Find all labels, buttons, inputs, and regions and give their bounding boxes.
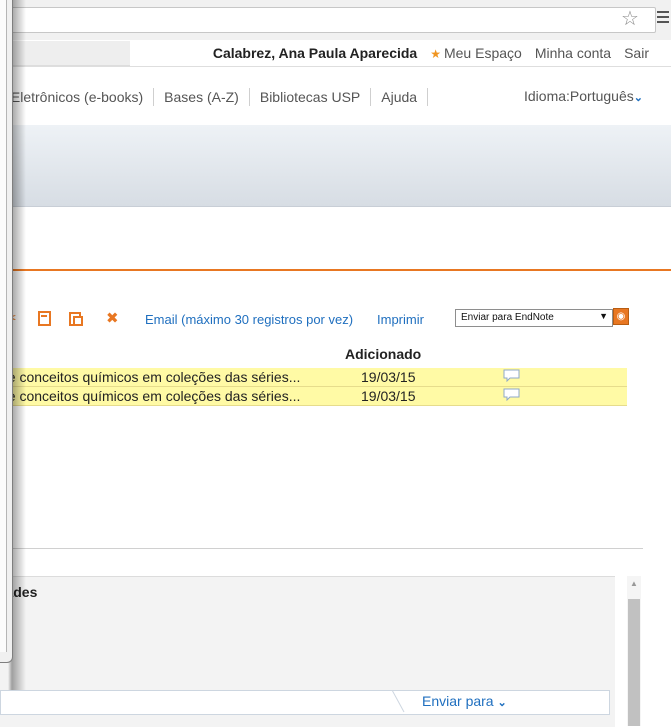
user-bar-links: Calabrez, Ana Paula Aparecida ★ Meu Espaç… <box>213 45 649 61</box>
row-date: 19/03/15 <box>361 388 416 404</box>
content-header <box>0 207 671 268</box>
header-band <box>0 125 671 207</box>
added-column-header: Adicionado <box>345 346 422 362</box>
scroll-up-icon[interactable]: ▲ <box>627 576 641 590</box>
table-row[interactable]: de conceitos químicos em coleções das sé… <box>0 368 627 387</box>
copy-icon[interactable] <box>38 311 51 330</box>
row-date: 19/03/15 <box>361 369 416 385</box>
hamburger-menu-icon[interactable] <box>655 9 669 25</box>
dropdown-arrow-icon: ▼ <box>599 311 608 321</box>
comment-icon[interactable] <box>503 369 520 382</box>
user-name: Calabrez, Ana Paula Aparecida <box>212 45 418 61</box>
chevron-down-icon[interactable]: ⌄ <box>497 697 506 709</box>
language-label[interactable]: Idioma:Português <box>524 88 634 104</box>
delete-icon[interactable]: ✖ <box>106 311 119 327</box>
paste-icon[interactable] <box>69 311 83 330</box>
nav-divider <box>427 88 429 106</box>
nav-item-ajuda[interactable]: Ajuda <box>371 89 427 105</box>
star-icon: ★ <box>430 47 441 61</box>
results-toolbar: ✂ ✖ Email (máximo 30 registros por vez) … <box>0 306 660 334</box>
chevron-down-icon[interactable]: ⌄ <box>634 92 643 104</box>
scrollbar-thumb[interactable] <box>628 599 640 726</box>
orange-divider <box>0 269 671 271</box>
nav-item-bases[interactable]: Bases (A-Z) <box>154 89 249 105</box>
email-link[interactable]: Email (máximo 30 registros por vez) <box>145 312 353 327</box>
star-outline-icon[interactable]: ☆ <box>621 8 639 30</box>
address-bar[interactable] <box>6 7 656 33</box>
comment-icon[interactable] <box>503 388 520 401</box>
sair-link[interactable]: Sair <box>624 45 649 61</box>
print-link[interactable]: Imprimir <box>377 312 424 327</box>
enviar-para-button[interactable]: Enviar para ⌄ <box>422 693 507 709</box>
overlay-window-inner <box>0 0 7 652</box>
section-divider <box>0 548 643 549</box>
enviar-para-label[interactable]: Enviar para <box>422 693 494 709</box>
table-row[interactable]: de conceitos químicos em coleções das sé… <box>0 387 627 406</box>
row-title[interactable]: de conceitos químicos em coleções das sé… <box>0 388 300 404</box>
row-title[interactable]: de conceitos químicos em coleções das sé… <box>0 369 300 385</box>
rss-icon[interactable]: ◉ <box>613 308 629 325</box>
minha-conta-link[interactable]: Minha conta <box>535 45 611 61</box>
language-selector[interactable]: Idioma:Português⌄ <box>524 88 643 104</box>
nav-item-bibliotecas[interactable]: Bibliotecas USP <box>250 89 370 105</box>
endnote-select[interactable]: Enviar para EndNote ▼ <box>455 309 613 327</box>
meu-espaco-link[interactable]: ★ Meu Espaço <box>430 45 522 61</box>
endnote-select-value: Enviar para EndNote <box>461 312 554 323</box>
nav-links: s Eletrônicos (e-books) Bases (A-Z) Bibl… <box>0 88 429 106</box>
